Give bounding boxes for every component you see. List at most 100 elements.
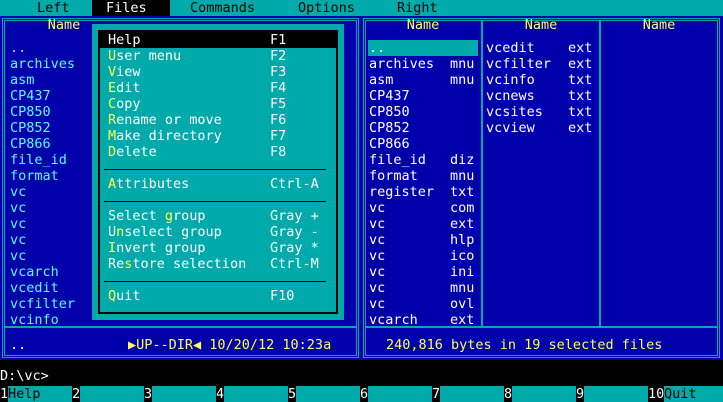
file-list-item[interactable]: format — [10, 168, 59, 184]
file-list-item[interactable]: vc ico — [368, 248, 478, 264]
file-list-item[interactable]: CP437 — [10, 88, 51, 104]
file-list-item[interactable]: register txt — [368, 184, 478, 200]
menu-item-restore-selection[interactable]: Restore selection Ctrl-M — [100, 256, 336, 272]
menu-item-shortcut: F2 — [270, 48, 287, 64]
column-divider — [481, 20, 483, 326]
menu-item-shortcut: Gray * — [270, 240, 319, 256]
file-list-item[interactable]: CP866 — [368, 136, 478, 152]
file-extension: ext — [450, 216, 475, 232]
menu-item-shortcut: F5 — [270, 96, 287, 112]
label-text: ser menu — [116, 48, 182, 64]
menu-commands[interactable]: Commands — [190, 0, 255, 16]
fkey-7-button[interactable] — [440, 386, 504, 402]
menu-item-edit[interactable]: Edit F4 — [100, 80, 336, 96]
hotkey-letter: R — [108, 112, 117, 128]
file-list-item[interactable]: file_id — [10, 152, 67, 168]
label-text: select group — [124, 224, 222, 240]
menu-options[interactable]: Options — [298, 0, 355, 16]
file-list-item[interactable]: vc ext — [368, 216, 478, 232]
file-list-item[interactable]: vc — [10, 232, 26, 248]
file-list-item[interactable]: vc mnu — [368, 280, 478, 296]
file-list-item[interactable]: vcnews txt — [486, 88, 596, 104]
menu-item-copy[interactable]: Copy F5 — [100, 96, 336, 112]
file-list-item[interactable]: .. — [368, 40, 478, 56]
file-list-item[interactable]: format mnu — [368, 168, 478, 184]
file-extension: ext — [568, 40, 593, 56]
label-text: Re — [108, 256, 125, 272]
file-list-item[interactable]: CP850 — [10, 104, 51, 120]
file-list-item[interactable]: vc — [10, 216, 26, 232]
file-list-item[interactable]: vcfilter — [10, 296, 75, 312]
label-text: iew — [116, 64, 141, 80]
left-status-name: .. — [10, 337, 27, 353]
file-list-item[interactable]: .. — [10, 40, 26, 56]
command-line-prompt[interactable]: D:\vc> — [0, 368, 49, 384]
label-text: ttributes — [116, 176, 190, 192]
file-list-item[interactable]: vc ini — [368, 264, 478, 280]
file-list-item[interactable]: vcinfo txt — [486, 72, 596, 88]
menu-item-invert-group[interactable]: Invert group Gray * — [100, 240, 336, 256]
file-list-item[interactable]: vc — [10, 184, 26, 200]
file-list-item[interactable]: vc com — [368, 200, 478, 216]
menu-item-help[interactable]: Help F1 — [100, 32, 336, 48]
file-extension: txt — [568, 104, 593, 120]
file-list-item[interactable]: file_id diz — [368, 152, 478, 168]
file-extension: mnu — [450, 56, 475, 72]
menu-files[interactable]: Files — [92, 0, 170, 16]
file-list-item[interactable]: vc ovl — [368, 296, 478, 312]
menu-item-select-group[interactable]: Select group Gray + — [100, 208, 336, 224]
menu-item-make-directory[interactable]: Make directory F7 — [100, 128, 336, 144]
file-list-item[interactable]: archives — [10, 56, 75, 72]
right-column-header-3: Name — [642, 17, 676, 33]
fkey-9-button[interactable] — [584, 386, 648, 402]
file-list-item[interactable]: vcarch — [10, 264, 59, 280]
fkey-6-button[interactable] — [368, 386, 432, 402]
fkey-3-button[interactable] — [152, 386, 216, 402]
file-list-item[interactable]: asm mnu — [368, 72, 478, 88]
fkey-1-button[interactable]: Help — [8, 386, 72, 402]
right-column-header-1: Name — [406, 17, 440, 33]
fkey-10-button[interactable]: Quit — [664, 386, 723, 402]
file-list-item[interactable]: CP437 — [368, 88, 478, 104]
menu-item-label: Help — [108, 32, 141, 48]
file-list-item[interactable]: archives mnu — [368, 56, 478, 72]
menu-item-label: Rename or move — [108, 112, 222, 128]
menu-item-shortcut: F1 — [270, 32, 287, 48]
fkey-5-button[interactable] — [296, 386, 360, 402]
fkey-8-button[interactable] — [512, 386, 576, 402]
file-list-item[interactable]: vcfilter ext — [486, 56, 596, 72]
file-list-item[interactable]: vcsites txt — [486, 104, 596, 120]
menu-item-label: Make directory — [108, 128, 222, 144]
file-list-item[interactable]: vcview ext — [486, 120, 596, 136]
menu-left[interactable]: Left — [37, 0, 70, 16]
menu-item-quit[interactable]: Quit F10 — [100, 288, 336, 304]
menu-item-delete[interactable]: Delete F8 — [100, 144, 336, 160]
menu-separator — [104, 281, 326, 282]
file-extension: mnu — [450, 72, 475, 88]
menu-item-shortcut: F10 — [270, 288, 295, 304]
menu-item-user-menu[interactable]: User menu F2 — [100, 48, 336, 64]
fkey-2-button[interactable] — [80, 386, 144, 402]
file-list-item[interactable]: asm — [10, 72, 34, 88]
file-list-item[interactable]: vc hlp — [368, 232, 478, 248]
hotkey-letter: V — [108, 64, 117, 80]
file-list-item[interactable]: vc — [10, 200, 26, 216]
menu-item-rename-or-move[interactable]: Rename or move F6 — [100, 112, 336, 128]
file-list-item[interactable]: vcedit ext — [486, 40, 596, 56]
file-list-item[interactable]: CP852 — [368, 120, 478, 136]
menu-item-attributes[interactable]: Attributes Ctrl-A — [100, 176, 336, 192]
file-list-item[interactable]: CP866 — [10, 136, 51, 152]
fkey-number: 7 — [432, 386, 441, 402]
menu-item-view[interactable]: View F3 — [100, 64, 336, 80]
file-list-item[interactable]: vcedit — [10, 280, 59, 296]
fkey-4-button[interactable] — [224, 386, 288, 402]
file-list-item[interactable]: CP852 — [10, 120, 51, 136]
menu-item-label: Attributes — [108, 176, 189, 192]
right-column-header-2: Name — [524, 17, 558, 33]
file-list-item[interactable]: vc — [10, 248, 26, 264]
menu-item-label: Restore selection — [108, 256, 246, 272]
file-list-item[interactable]: CP850 — [368, 104, 478, 120]
file-extension: txt — [568, 72, 593, 88]
menu-right[interactable]: Right — [397, 0, 438, 16]
menu-item-unselect-group[interactable]: Unselect group Gray - — [100, 224, 336, 240]
